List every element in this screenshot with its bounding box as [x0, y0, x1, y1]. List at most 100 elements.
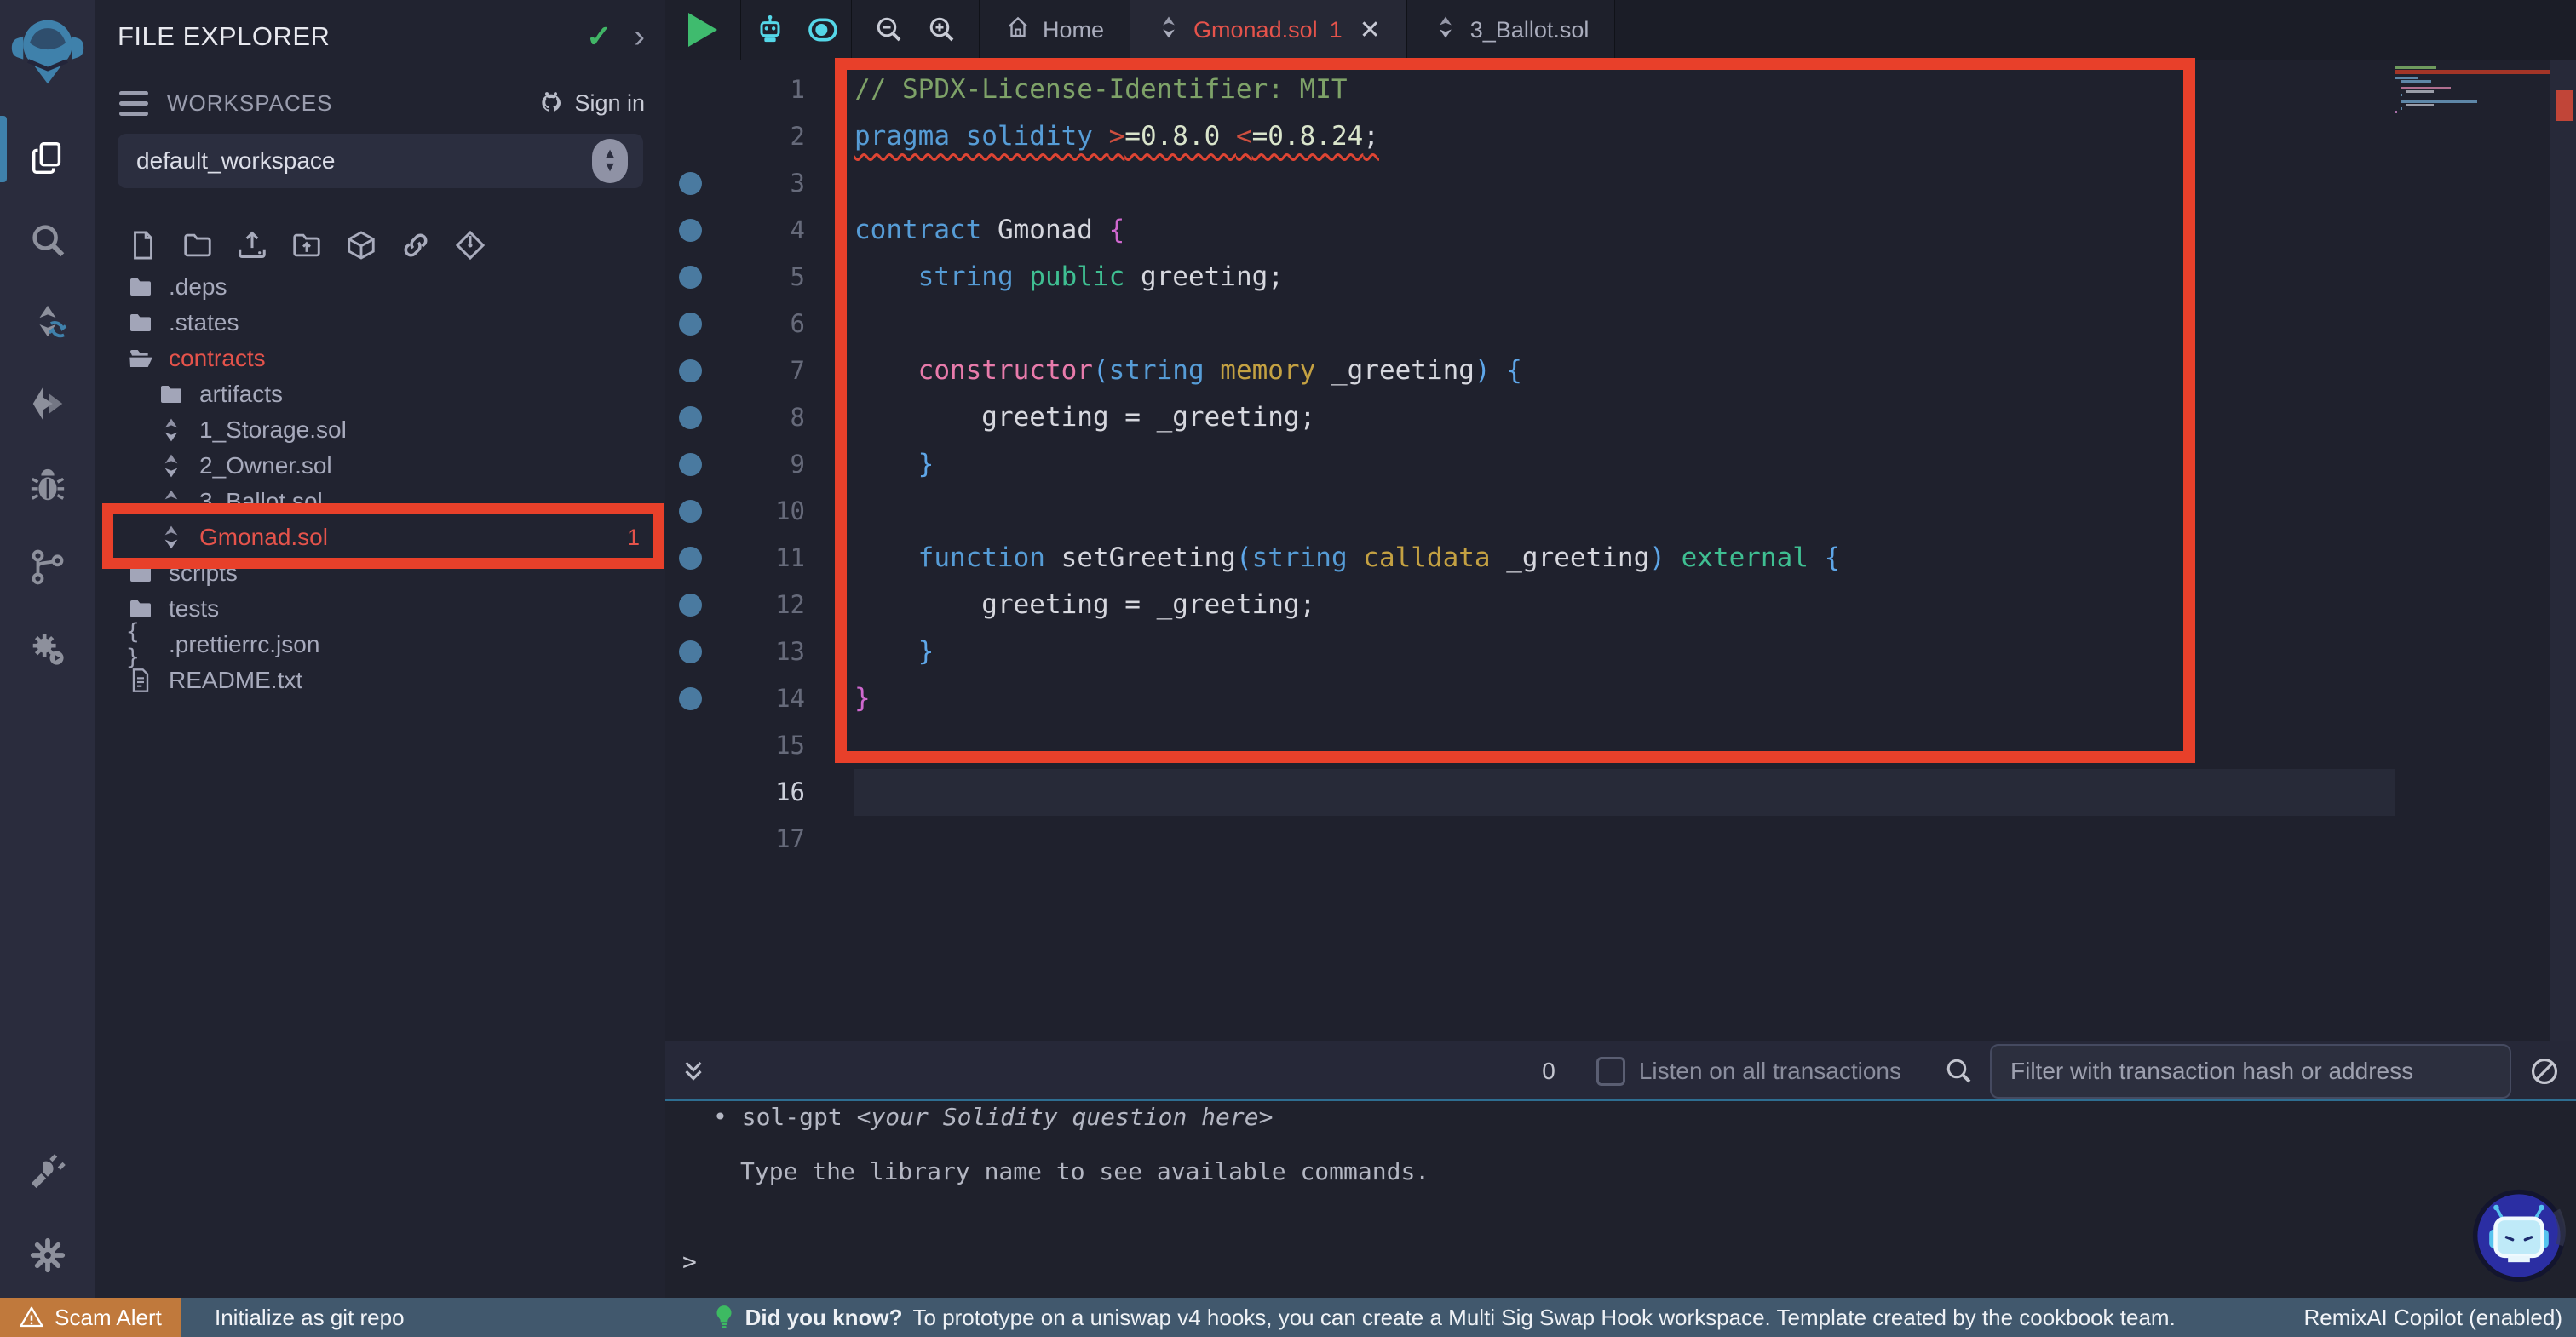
sidebar-item-source-control[interactable] — [0, 528, 95, 610]
gutter-cell: 9 — [665, 441, 854, 488]
sign-in-button[interactable]: Sign in — [537, 90, 645, 117]
gutter-dot[interactable] — [679, 453, 702, 476]
code-editor[interactable]: 1// SPDX-License-Identifier: MIT2pragma … — [665, 60, 2576, 1041]
tree-item-scripts[interactable]: scripts — [95, 555, 665, 591]
chevron-right-icon[interactable]: › — [634, 24, 645, 49]
code-text[interactable]: } — [854, 628, 2395, 675]
tree-item-3_Ballot.sol[interactable]: 3_Ballot.sol — [95, 484, 665, 519]
terminal-resize-handle[interactable] — [665, 1099, 2576, 1101]
gutter-dot[interactable] — [679, 359, 702, 382]
line-number: 14 — [775, 675, 805, 722]
upload-file-icon[interactable] — [235, 227, 269, 263]
code-text[interactable] — [854, 722, 2395, 769]
gutter-cell: 17 — [665, 816, 854, 863]
gutter-dot[interactable] — [679, 687, 702, 710]
terminal-prompt[interactable]: > — [682, 1248, 697, 1276]
code-text[interactable]: pragma solidity >=0.8.0 <=0.8.24; — [854, 113, 2395, 160]
sidebar-item-file-explorer[interactable] — [0, 119, 95, 201]
code-line-13: 13 } — [665, 628, 2395, 675]
code-text[interactable] — [854, 301, 2395, 347]
sidebar-item-search[interactable] — [0, 201, 95, 283]
tab-Home[interactable]: Home — [980, 0, 1130, 60]
clone-icon[interactable] — [453, 227, 487, 263]
code-text[interactable] — [854, 488, 2395, 535]
scam-alert-button[interactable]: Scam Alert — [0, 1298, 181, 1337]
code-text[interactable]: } — [854, 441, 2395, 488]
tree-item-2_Owner.sol[interactable]: 2_Owner.sol — [95, 448, 665, 484]
listen-label[interactable]: Listen on all transactions — [1639, 1058, 1901, 1085]
home-icon — [1005, 14, 1031, 46]
gutter-dot[interactable] — [679, 266, 702, 289]
tree-item-label: README.txt — [169, 667, 302, 694]
code-text[interactable] — [854, 160, 2395, 207]
code-text[interactable]: } — [854, 675, 2395, 722]
collapse-terminal-icon[interactable] — [679, 1057, 708, 1086]
gutter-dot[interactable] — [679, 172, 702, 195]
gutter-dot[interactable] — [679, 219, 702, 242]
zoom-out-icon[interactable] — [874, 14, 905, 45]
code-text[interactable]: greeting = _greeting; — [854, 582, 2395, 628]
clear-console-icon[interactable] — [2528, 1055, 2561, 1087]
code-text[interactable]: function setGreeting(string calldata _gr… — [854, 535, 2395, 582]
solidity-icon — [157, 451, 186, 480]
transaction-filter-input[interactable] — [1990, 1044, 2511, 1099]
git-init-button[interactable]: Initialize as git repo — [215, 1305, 405, 1331]
tree-item-tests[interactable]: tests — [95, 591, 665, 627]
tree-item-Gmonad.sol[interactable]: Gmonad.sol1 — [95, 519, 665, 555]
upload-folder-icon[interactable] — [290, 227, 324, 263]
tree-item-1_Storage.sol[interactable]: 1_Storage.sol — [95, 412, 665, 448]
transaction-count: 0 — [1542, 1058, 1555, 1085]
gutter-dot[interactable] — [679, 640, 702, 663]
sidebar-item-solidity-compiler[interactable] — [0, 283, 95, 364]
gutter-dot[interactable] — [679, 594, 702, 617]
tree-item-.states[interactable]: .states — [95, 305, 665, 341]
new-folder-icon[interactable] — [181, 227, 215, 263]
code-text[interactable]: contract Gmonad { — [854, 207, 2395, 254]
tab-Gmonad.sol[interactable]: Gmonad.sol1✕ — [1130, 0, 1407, 60]
sidebar-item-settings[interactable] — [0, 1216, 95, 1298]
zoom-in-icon[interactable] — [927, 14, 957, 45]
sidebar-item-deploy-run[interactable] — [0, 364, 95, 446]
workspaces-menu-icon[interactable] — [119, 91, 148, 116]
code-text[interactable]: constructor(string memory _greeting) { — [854, 347, 2395, 394]
search-transactions-icon[interactable] — [1944, 1056, 1975, 1087]
code-text[interactable]: // SPDX-License-Identifier: MIT — [854, 66, 2395, 113]
tree-item-contracts[interactable]: contracts — [95, 341, 665, 376]
gutter-dot[interactable] — [679, 406, 702, 429]
code-text[interactable]: greeting = _greeting; — [854, 394, 2395, 441]
ai-robot-icon[interactable] — [753, 13, 787, 47]
scrollbar-error-mark — [2556, 90, 2573, 121]
workspace-select[interactable]: default_workspace ▲▼ — [118, 134, 643, 188]
new-file-icon[interactable] — [126, 227, 160, 263]
tree-item-label: scripts — [169, 559, 238, 587]
gutter-dot[interactable] — [679, 547, 702, 570]
gutter-dot[interactable] — [679, 313, 702, 336]
tab-3_Ballot.sol[interactable]: 3_Ballot.sol — [1407, 0, 1616, 60]
code-text[interactable]: string public greeting; — [854, 254, 2395, 301]
tree-item-.prettierrc.json[interactable]: { }.prettierrc.json — [95, 627, 665, 663]
sidebar-item-debugger[interactable] — [0, 446, 95, 528]
tree-item-artifacts[interactable]: artifacts — [95, 376, 665, 412]
remix-logo-icon[interactable] — [9, 12, 87, 85]
gutter-dot[interactable] — [679, 500, 702, 523]
code-text[interactable] — [854, 816, 2395, 863]
sidebar-item-plugin-manager[interactable] — [0, 610, 95, 691]
minimap[interactable] — [2395, 66, 2550, 177]
copilot-toggle-icon[interactable] — [806, 13, 840, 47]
tree-item-.deps[interactable]: .deps — [95, 269, 665, 305]
listen-checkbox[interactable] — [1596, 1057, 1625, 1086]
tree-item-README.txt[interactable]: README.txt — [95, 663, 665, 698]
sidebar-item-plugin-connector[interactable] — [0, 1133, 95, 1214]
remixai-copilot-button[interactable] — [2472, 1189, 2566, 1282]
link-icon[interactable] — [399, 227, 433, 263]
close-icon[interactable]: ✕ — [1360, 15, 1381, 45]
code-text[interactable] — [854, 769, 2395, 816]
gutter-cell: 12 — [665, 582, 854, 628]
code-line-6: 6 — [665, 301, 2395, 347]
code-line-9: 9 } — [665, 441, 2395, 488]
editor-scrollbar[interactable] — [2550, 60, 2576, 1041]
check-icon[interactable]: ✓ — [586, 19, 612, 55]
tab-label: Gmonad.sol — [1193, 17, 1318, 43]
load-cube-icon[interactable] — [344, 227, 378, 263]
run-script-button[interactable] — [665, 0, 741, 60]
